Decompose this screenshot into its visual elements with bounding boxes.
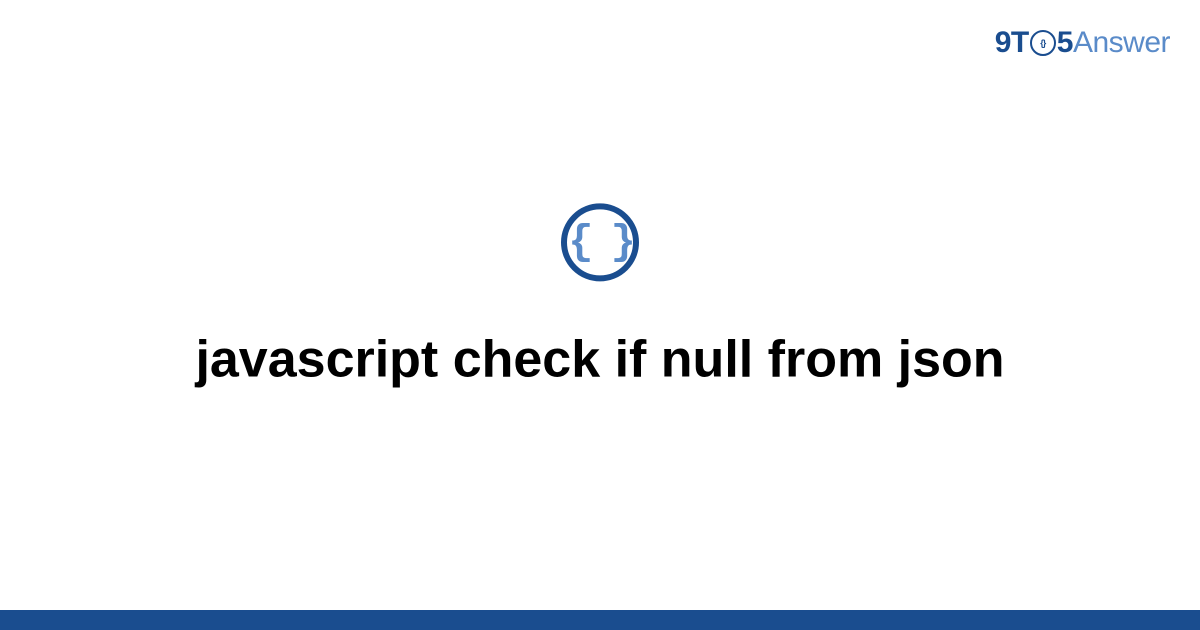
footer-bar bbox=[0, 610, 1200, 630]
category-badge: { } bbox=[561, 203, 639, 281]
logo-text-5: 5 bbox=[1057, 26, 1073, 60]
logo-text-9t: 9T bbox=[995, 26, 1029, 60]
page-title: javascript check if null from json bbox=[155, 329, 1044, 389]
site-logo: 9T {} 5 Answer bbox=[995, 26, 1170, 60]
logo-clock-inner: {} bbox=[1040, 39, 1045, 48]
main-content: { } javascript check if null from json bbox=[0, 203, 1200, 389]
logo-clock-icon: {} bbox=[1030, 30, 1056, 56]
json-braces-icon: { } bbox=[568, 221, 632, 263]
logo-text-answer: Answer bbox=[1073, 26, 1170, 60]
